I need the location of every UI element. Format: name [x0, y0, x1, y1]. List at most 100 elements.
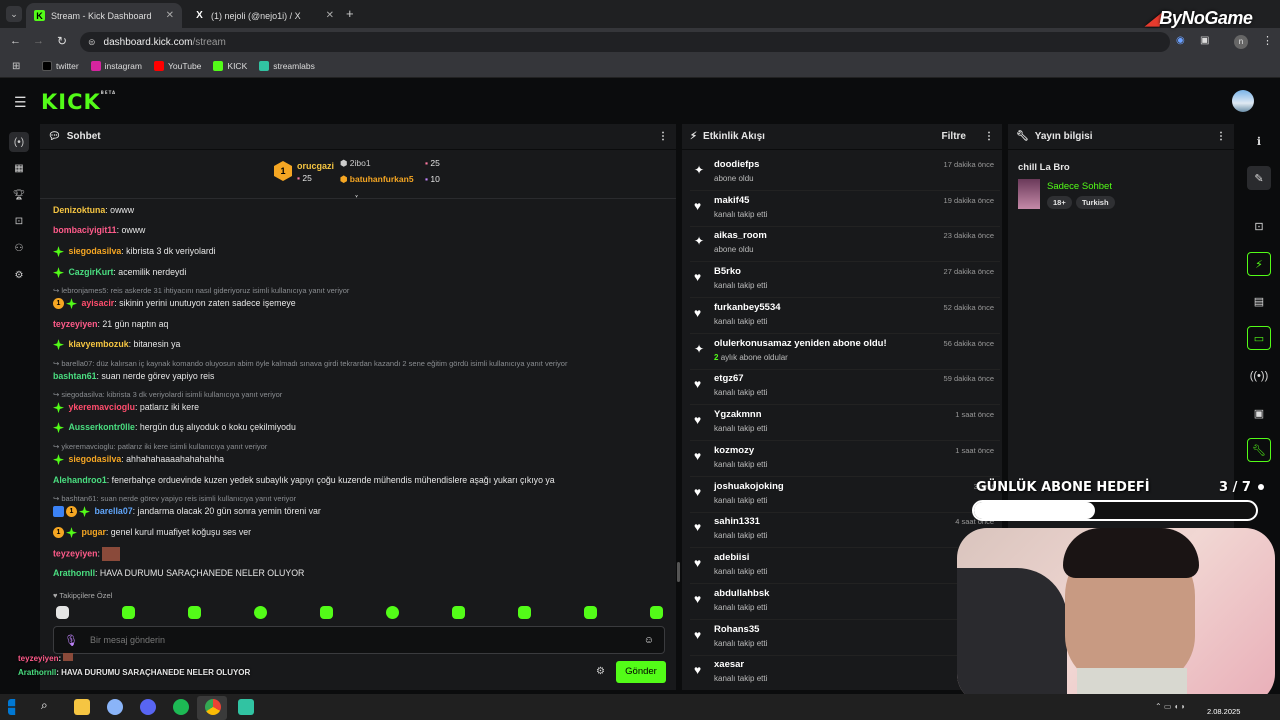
emote-8[interactable]	[518, 606, 531, 619]
activity-item[interactable]: ✦ aikas_room abone oldu 23 dakika önce	[690, 226, 1000, 262]
chrome-icon[interactable]	[205, 699, 221, 715]
search-icon[interactable]: ⌕	[41, 698, 48, 713]
nav-moderation-icon[interactable]: ⊡	[9, 211, 29, 231]
chat-settings-icon[interactable]: ⚙	[596, 666, 605, 677]
bookmark-streamlabs[interactable]: streamlabs	[259, 61, 315, 71]
tab-kick-dashboard[interactable]: K Stream - Kick Dashboard ✕	[26, 3, 182, 28]
system-tray-icons[interactable]: ⌃ ▭ ◖ ◗	[1155, 702, 1186, 711]
leader-name[interactable]: orucgazi	[297, 161, 334, 171]
nav-settings-icon[interactable]: ⚙	[9, 265, 29, 285]
filter-button[interactable]: Filtre	[942, 131, 966, 142]
activity-item[interactable]: ✦ olulerkonusamaz yeniden abone oldu! 2 ay…	[690, 334, 1000, 370]
emote-5[interactable]	[320, 606, 333, 619]
edit-pencil-icon[interactable]: ✎	[1247, 166, 1271, 190]
emote-9[interactable]	[584, 606, 597, 619]
stream-info-menu-icon[interactable]: ⋮	[1216, 131, 1226, 142]
chat-menu-icon[interactable]: ⋮	[658, 131, 668, 142]
discord-icon[interactable]	[140, 699, 156, 715]
microphone-icon[interactable]: 🎙︎	[64, 634, 78, 647]
gift-icon: ▪	[425, 158, 429, 168]
activity-item[interactable]: ♥ furkanbey5534 kanalı takip etti 52 dakika…	[690, 298, 1000, 334]
reply-context[interactable]: ↪ barella07: düz kalırsan iç kaynak koma…	[53, 359, 567, 368]
leader-row-3[interactable]: ⬢ batuhanfurkan5	[340, 174, 414, 185]
nav-stream-icon[interactable]: (•)	[9, 132, 29, 152]
kick-favicon-icon: K	[34, 10, 45, 21]
activity-item[interactable]: ♥ joshuakojoking kanalı takip etti 3 saat	[690, 477, 1000, 513]
emote-10[interactable]	[650, 606, 663, 619]
file-explorer-icon[interactable]	[74, 699, 90, 715]
streamlabs-icon[interactable]	[238, 699, 254, 715]
bookmarks-bar: ⊞ twitter instagram YouTube KICK streaml…	[0, 56, 1280, 78]
reload-icon[interactable]: ↻	[57, 34, 67, 48]
nav-community-icon[interactable]: ⚇	[9, 238, 29, 258]
bookmark-twitter[interactable]: twitter	[42, 61, 79, 71]
chat-message: ykeremavcioglu: patlarız iki kere	[53, 402, 199, 414]
leader-row-2[interactable]: ⬢ 2ibo1	[340, 158, 371, 169]
profile-avatar[interactable]: n	[1234, 35, 1248, 49]
emote-6[interactable]	[386, 606, 399, 619]
sub-badge-icon	[53, 422, 64, 434]
activity-item[interactable]: ♥xaesarkanalı takip etti12	[690, 655, 1000, 691]
bookmark-kick[interactable]: KICK	[213, 61, 247, 71]
activity-item[interactable]: ♥ kozmozy kanalı takip etti 1 saat önce	[690, 441, 1000, 477]
app-icon[interactable]	[107, 699, 123, 715]
close-tab-icon[interactable]: ✕	[326, 10, 334, 21]
close-tab-icon[interactable]: ✕	[166, 10, 174, 21]
layout-icon[interactable]: ▣	[1247, 401, 1271, 425]
spotify-icon[interactable]	[173, 699, 189, 715]
chat-message: siegodasilva: ahhahahaaaahahahahha	[53, 454, 224, 466]
user-avatar[interactable]	[1232, 90, 1254, 112]
tab-search-button[interactable]: ⌄	[6, 6, 22, 22]
info-icon[interactable]: ℹ︎	[1247, 129, 1271, 153]
bookmark-instagram[interactable]: instagram	[90, 61, 142, 71]
reply-context[interactable]: ↪ lebronjames5: reis askerde 31 ihtiyacı…	[53, 286, 349, 295]
chat-toggle-icon[interactable]: ▭	[1247, 326, 1271, 350]
send-button[interactable]: Gönder	[616, 661, 666, 683]
emote-2[interactable]	[122, 606, 135, 619]
activity-item[interactable]: ♥ B5rko kanalı takip etti 27 dakika önce	[690, 262, 1000, 298]
activity-item[interactable]: ♥ sahin1331 kanalı takip etti 4 saat önce	[690, 512, 1000, 548]
emote-tab-followers[interactable]: ♥ Takipçilere Özel	[53, 591, 112, 600]
heart-icon: ♥	[694, 199, 702, 213]
reply-context[interactable]: ↪ ykeremavcioglu: patlarız iki kere isim…	[53, 442, 267, 451]
activity-item[interactable]: ♥Rohans35kanalı takip etti9	[690, 620, 1000, 656]
apps-grid-icon[interactable]: ⊞	[12, 61, 20, 72]
emote-4[interactable]	[254, 606, 267, 619]
activity-item[interactable]: ♥ Ygzakmnn kanalı takip etti 1 saat önce	[690, 405, 1000, 441]
activity-item[interactable]: ♥adebiisikanalı takip etti5	[690, 548, 1000, 584]
extensions-puzzle-icon[interactable]: ▣	[1200, 35, 1209, 46]
activity-item[interactable]: ♥abdullahbskkanalı takip etti9	[690, 584, 1000, 620]
tab-x[interactable]: X (1) nejoli (@nejo1i) / X ✕	[186, 3, 342, 28]
nav-analytics-icon[interactable]: ▦	[9, 158, 29, 178]
kick-logo[interactable]: KICKBETA	[41, 90, 116, 114]
forward-icon[interactable]: →	[33, 35, 44, 47]
extension-icon[interactable]: ◉	[1176, 35, 1185, 46]
reply-context[interactable]: ↪ bashtan61: suan nerde görev yapiyo rei…	[53, 494, 296, 503]
emote-1[interactable]	[56, 606, 69, 619]
activity-item[interactable]: ♥ makif45 kanalı takip etti 19 dakika önce	[690, 191, 1000, 227]
emote-7[interactable]	[452, 606, 465, 619]
hamburger-menu-icon[interactable]: ☰	[14, 94, 27, 111]
nav-trophy-icon[interactable]: 🏆︎	[9, 185, 29, 205]
emoji-icon[interactable]: ☺	[644, 635, 654, 646]
tools-icon[interactable]: 🔧︎	[1247, 438, 1271, 462]
activity-menu-icon[interactable]: ⋮	[984, 131, 994, 142]
category-link[interactable]: Sadece Sohbet	[1047, 181, 1112, 192]
chat-scrollbar[interactable]	[677, 562, 680, 582]
address-bar[interactable]: ⊜ dashboard.kick.com/stream	[80, 32, 1170, 52]
camera-icon[interactable]: ⊡	[1247, 214, 1271, 238]
broadcast-icon[interactable]: ((•))	[1247, 364, 1271, 388]
webcam-hair	[1063, 528, 1199, 578]
notes-icon[interactable]: ▤	[1247, 289, 1271, 313]
bookmark-youtube[interactable]: YouTube	[154, 61, 201, 71]
site-info-icon[interactable]: ⊜	[88, 37, 96, 48]
browser-menu-icon[interactable]: ⋮	[1262, 34, 1273, 47]
activity-item[interactable]: ♥ etgz67 kanalı takip etti 59 dakika önce	[690, 369, 1000, 405]
activity-item[interactable]: ✦ doodiefps abone oldu 17 dakika önce	[690, 155, 1000, 191]
chat-input[interactable]: 🎙︎ Bir mesaj gönderin ☺	[53, 626, 665, 654]
reply-context[interactable]: ↪ siegodasilva: kibrista 3 dk veriyolard…	[53, 390, 282, 399]
back-icon[interactable]: ←	[10, 35, 21, 47]
emote-3[interactable]	[188, 606, 201, 619]
new-tab-button[interactable]: +	[346, 6, 354, 21]
quick-action-icon[interactable]: ⚡︎	[1247, 252, 1271, 276]
